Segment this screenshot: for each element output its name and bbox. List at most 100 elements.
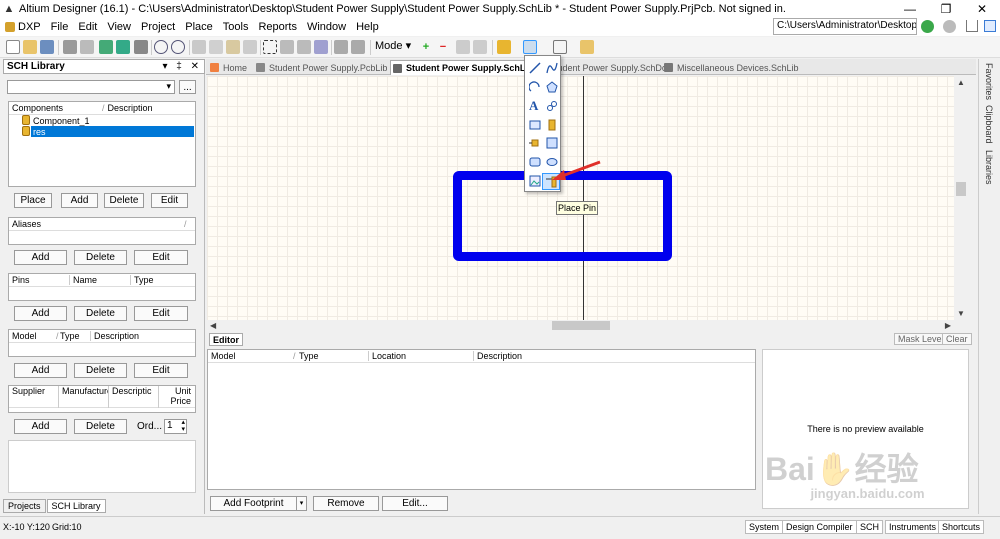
sch-button[interactable]: SCH <box>856 520 884 534</box>
zoom-in-icon[interactable] <box>154 40 168 54</box>
scroll-right-icon[interactable]: ▶ <box>945 321 951 330</box>
previous-part-icon[interactable] <box>456 40 470 54</box>
delete-pin-button[interactable]: Delete <box>74 306 127 321</box>
tab-sch-library[interactable]: SCH Library <box>46 499 106 513</box>
tab-misc-devices[interactable]: Miscellaneous Devices.SchLib <box>664 60 799 75</box>
new-file-icon[interactable] <box>6 40 20 54</box>
delete-model-button[interactable]: Delete <box>74 363 127 378</box>
menu-file[interactable]: File <box>46 21 74 33</box>
text-string-icon[interactable]: A <box>529 98 541 113</box>
tab-schdoc[interactable]: Student Power Supply.SchDoc <box>543 60 671 75</box>
minimize-button[interactable]: — <box>892 2 928 16</box>
add-part-icon[interactable]: + <box>419 40 433 54</box>
add-component-button[interactable]: Add <box>61 193 98 208</box>
remove-part-icon[interactable]: − <box>436 40 450 54</box>
panel-pin-icons[interactable]: ▾ ‡ ✕ <box>162 61 204 72</box>
cut-icon[interactable] <box>192 40 206 54</box>
edit-component-button[interactable]: Edit <box>151 193 188 208</box>
system-button[interactable]: System <box>745 520 784 534</box>
mode-dropdown[interactable]: Mode ▾ <box>375 39 411 52</box>
settings-icon[interactable] <box>984 20 996 32</box>
delete-component-button[interactable]: Delete <box>104 193 144 208</box>
drawing-tools-icon[interactable] <box>523 40 537 54</box>
next-part-icon[interactable] <box>473 40 487 54</box>
back-arrow-icon[interactable] <box>921 20 934 33</box>
edit-alias-button[interactable]: Edit <box>134 250 188 265</box>
close-button[interactable]: ✕ <box>964 2 1000 16</box>
home-icon[interactable] <box>966 20 978 32</box>
component-filter-combobox[interactable]: ▾ <box>7 80 175 94</box>
select-icon[interactable] <box>297 40 311 54</box>
add-alias-button[interactable]: Add <box>14 250 67 265</box>
add-footprint-button[interactable]: Add Footprint ▾ <box>210 496 307 511</box>
board-icon[interactable] <box>116 40 130 54</box>
place-button[interactable]: Place <box>14 193 52 208</box>
menu-project[interactable]: Project <box>136 21 180 33</box>
round-rectangle-icon[interactable] <box>529 156 541 168</box>
tab-projects[interactable]: Projects <box>3 499 46 513</box>
scroll-up-icon[interactable]: ▲ <box>957 78 965 87</box>
menu-place[interactable]: Place <box>180 21 218 33</box>
ieee-symbols-icon[interactable] <box>497 40 511 54</box>
3d-box-icon[interactable] <box>99 40 113 54</box>
tab-libraries[interactable]: Libraries <box>984 150 994 185</box>
copy-icon[interactable] <box>209 40 223 54</box>
delete-supplier-button[interactable]: Delete <box>74 419 127 434</box>
forward-arrow-icon[interactable] <box>943 20 956 33</box>
grid-icon[interactable] <box>553 40 567 54</box>
tab-home[interactable]: Home <box>210 60 247 75</box>
scroll-down-icon[interactable]: ▼ <box>957 309 965 318</box>
stepper-arrows-icon[interactable]: ▴ ▾ <box>181 419 185 433</box>
polygon-icon[interactable] <box>546 81 558 93</box>
instruments-button[interactable]: Instruments <box>885 520 941 534</box>
redo-icon[interactable] <box>351 40 365 54</box>
add-pin-button[interactable]: Add <box>14 306 67 321</box>
menu-window[interactable]: Window <box>302 21 351 33</box>
rectangle-icon[interactable] <box>546 137 558 149</box>
vertical-scrollbar[interactable]: ▲ ▼ <box>954 76 968 320</box>
zoom-out-icon[interactable] <box>171 40 185 54</box>
add-supplier-button[interactable]: Add <box>14 419 67 434</box>
mask-level-button[interactable]: Mask Level <box>894 333 948 345</box>
tab-schlib[interactable]: Student Power Supply.SchLib * <box>390 60 543 75</box>
tab-clipboard[interactable]: Clipboard <box>984 105 994 144</box>
text-frame-icon[interactable] <box>529 119 541 131</box>
menu-dxp[interactable]: DXP <box>0 21 46 33</box>
delete-alias-button[interactable]: Delete <box>74 250 127 265</box>
open-folder-icon[interactable] <box>23 40 37 54</box>
edit-pin-button[interactable]: Edit <box>134 306 188 321</box>
print-preview-icon[interactable] <box>80 40 94 54</box>
add-model-button[interactable]: Add <box>14 363 67 378</box>
hyperlink-icon[interactable] <box>546 100 558 112</box>
chevron-down-icon[interactable]: ▾ <box>296 497 306 510</box>
menu-tools[interactable]: Tools <box>218 21 254 33</box>
path-combobox[interactable]: C:\Users\Administrator\Desktop\ <box>773 18 917 35</box>
save-icon[interactable] <box>40 40 54 54</box>
maximize-button[interactable]: ❐ <box>928 2 964 16</box>
list-item[interactable]: Component_1 <box>33 115 90 126</box>
menu-view[interactable]: View <box>102 21 136 33</box>
select-area-icon[interactable] <box>263 40 277 54</box>
arc-icon[interactable] <box>529 81 541 93</box>
horizontal-scroll-thumb[interactable] <box>552 321 610 330</box>
new-component-icon[interactable] <box>546 119 558 131</box>
edit-model-button[interactable]: Edit <box>134 363 188 378</box>
component-rectangle[interactable] <box>453 171 672 261</box>
graphic-icon[interactable] <box>529 175 541 187</box>
paste-icon[interactable] <box>226 40 240 54</box>
bezier-icon[interactable] <box>546 62 558 74</box>
menu-help[interactable]: Help <box>351 21 384 33</box>
design-compiler-button[interactable]: Design Compiler <box>782 520 857 534</box>
move-icon[interactable] <box>280 40 294 54</box>
library-folder-icon[interactable] <box>580 40 594 54</box>
line-icon[interactable] <box>529 62 541 74</box>
list-item[interactable]: res <box>33 126 46 137</box>
device-icon[interactable] <box>134 40 148 54</box>
remove-footprint-button[interactable]: Remove <box>313 496 379 511</box>
undo-icon[interactable] <box>334 40 348 54</box>
tab-pcblib[interactable]: Student Power Supply.PcbLib * <box>256 60 393 75</box>
shortcuts-button[interactable]: Shortcuts <box>938 520 985 534</box>
vertical-scroll-thumb[interactable] <box>956 182 966 196</box>
scroll-left-icon[interactable]: ◀ <box>210 321 216 330</box>
filter-browse-button[interactable]: ... <box>179 80 196 94</box>
